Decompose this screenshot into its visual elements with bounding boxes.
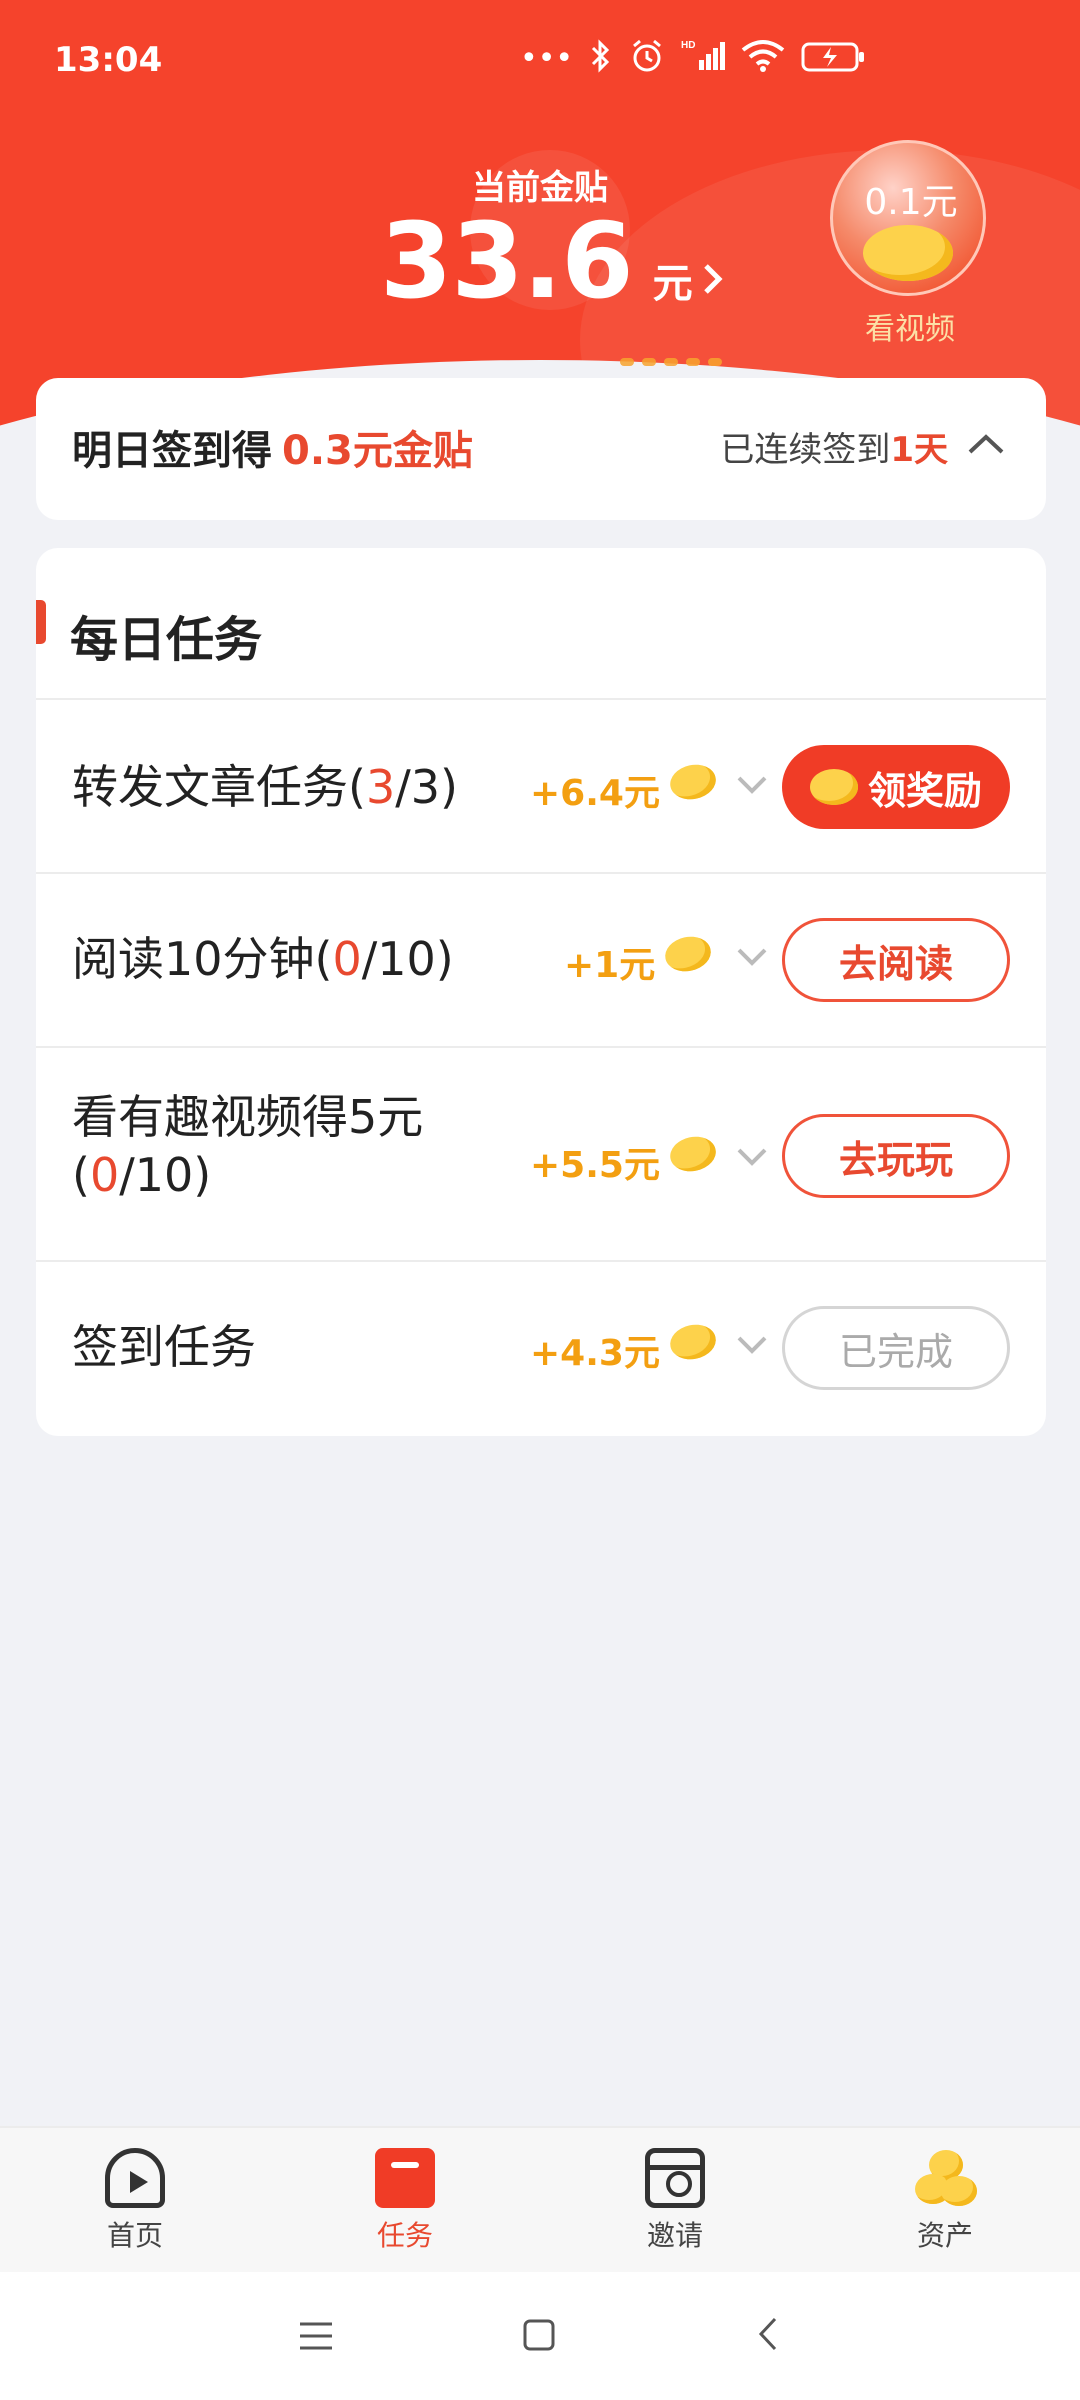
chevron-down-icon[interactable] xyxy=(736,768,768,803)
task-name-text: 转发文章任务( xyxy=(72,760,366,814)
nav-tasks[interactable]: 任务 xyxy=(325,2148,485,2254)
alarm-icon xyxy=(629,38,665,78)
bluetooth-icon xyxy=(589,38,613,78)
task-name: 转发文章任务(3/3) xyxy=(72,758,512,816)
more-dots-icon: ••• xyxy=(520,40,574,76)
chevron-down-icon[interactable] xyxy=(736,940,768,975)
chevron-down-icon[interactable] xyxy=(736,1328,768,1363)
gold-coin-icon xyxy=(666,760,719,804)
gold-coin-icon xyxy=(662,932,715,976)
nav-label: 资产 xyxy=(916,2219,973,2252)
video-reward-label[interactable]: 看视频 xyxy=(830,304,990,348)
task-name-text: 签到任务 xyxy=(72,1320,256,1374)
nav-label: 邀请 xyxy=(646,2219,703,2252)
chevron-down-icon[interactable] xyxy=(736,1140,768,1175)
task-progress-current: 0 xyxy=(332,932,362,986)
task-row: 看有趣视频得5元(0/10) +5.5元 去玩玩 xyxy=(36,1048,1046,1262)
bottom-nav: 首页 任务 邀请 资产 xyxy=(0,2126,1080,2272)
nav-invite[interactable]: 邀请 xyxy=(595,2148,755,2254)
task-progress-current: 3 xyxy=(365,760,396,814)
task-progress-total: /10) xyxy=(119,1148,212,1202)
signin-card[interactable]: 明日签到得 0.3元金贴 已连续签到 1天 xyxy=(36,378,1046,520)
task-reward-amount: +1元 xyxy=(564,945,656,986)
system-nav-bar xyxy=(0,2272,1080,2400)
balance-value: 33.6 xyxy=(380,200,634,322)
gold-coins-icon xyxy=(809,769,858,805)
task-reward: +6.4元 xyxy=(530,760,719,816)
task-reward: +5.5元 xyxy=(530,1132,719,1188)
status-bar: 13:04 ••• HD xyxy=(0,0,1080,128)
task-name: 签到任务 xyxy=(72,1318,512,1376)
task-progress-current: 0 xyxy=(89,1148,120,1202)
signin-tomorrow: 明日签到得 0.3元金贴 xyxy=(72,418,473,476)
battery-charging-icon xyxy=(801,38,867,78)
claim-reward-button[interactable]: 领奖励 xyxy=(782,745,1010,829)
completed-button[interactable]: 已完成 xyxy=(782,1306,1010,1390)
nav-home[interactable]: 首页 xyxy=(55,2148,215,2254)
streak-prefix: 已连续签到 xyxy=(720,430,891,470)
gold-coin-icon xyxy=(863,225,953,281)
task-reward-amount: +5.5元 xyxy=(530,1145,660,1186)
balance-link[interactable]: 33.6 元 xyxy=(380,200,725,322)
button-label: 去玩玩 xyxy=(838,1137,953,1182)
status-icons: ••• HD xyxy=(520,38,867,78)
task-name: 阅读10分钟(0/10) xyxy=(72,930,512,988)
video-reward-bubble[interactable]: 0.1元 xyxy=(830,140,986,296)
chevron-up-icon[interactable] xyxy=(966,429,1006,464)
gold-coin-icon xyxy=(666,1320,719,1364)
menu-icon[interactable] xyxy=(298,2316,334,2362)
chevron-right-icon xyxy=(701,257,725,308)
video-reward-amount: 0.1元 xyxy=(864,182,958,223)
task-row: 阅读10分钟(0/10) +1元 去阅读 xyxy=(36,874,1046,1048)
signin-streak[interactable]: 已连续签到 1天 xyxy=(720,422,1006,471)
signin-prefix: 明日签到得 xyxy=(72,428,272,474)
balance-unit: 元 xyxy=(652,261,693,307)
nav-label: 任务 xyxy=(376,2219,433,2252)
button-label: 领奖励 xyxy=(867,768,982,813)
home-play-icon xyxy=(105,2148,165,2208)
task-row: 签到任务 +4.3元 已完成 xyxy=(36,1262,1046,1436)
back-icon[interactable] xyxy=(756,2316,780,2362)
task-progress-total: /10) xyxy=(361,932,454,986)
tasks-title: 每日任务 xyxy=(70,612,263,668)
button-label: 已完成 xyxy=(838,1329,953,1374)
task-reward: +4.3元 xyxy=(530,1320,719,1376)
carousel-dots xyxy=(620,358,722,366)
invite-icon xyxy=(645,2148,705,2208)
hd-signal-icon: HD xyxy=(681,38,726,78)
go-read-button[interactable]: 去阅读 xyxy=(782,918,1010,1002)
task-reward-amount: +6.4元 xyxy=(530,773,660,814)
signin-amount: 0.3元金贴 xyxy=(282,428,473,474)
streak-days: 1天 xyxy=(890,430,948,470)
task-progress-total: /3) xyxy=(395,760,458,814)
task-row: 转发文章任务(3/3) +6.4元 领奖励 xyxy=(36,700,1046,874)
tasks-header: 每日任务 xyxy=(36,548,1046,700)
daily-tasks-card: 每日任务 转发文章任务(3/3) +6.4元 领奖励 阅读10分钟(0/10) … xyxy=(36,548,1046,1436)
task-name: 看有趣视频得5元(0/10) xyxy=(72,1088,512,1204)
svg-text:HD: HD xyxy=(681,40,695,51)
button-label: 去阅读 xyxy=(838,941,953,986)
home-square-icon[interactable] xyxy=(522,2316,556,2362)
gold-coin-icon xyxy=(666,1132,719,1176)
title-accent-bar xyxy=(36,600,46,644)
gold-coins-icon xyxy=(915,2148,977,2208)
task-reward: +1元 xyxy=(564,932,715,988)
task-bookmark-icon xyxy=(375,2148,435,2208)
task-name-text: 阅读10分钟( xyxy=(72,932,333,986)
wifi-icon xyxy=(741,38,785,78)
nav-assets[interactable]: 资产 xyxy=(865,2148,1025,2254)
go-play-button[interactable]: 去玩玩 xyxy=(782,1114,1010,1198)
task-reward-amount: +4.3元 xyxy=(530,1333,660,1374)
nav-label: 首页 xyxy=(106,2219,163,2252)
status-time: 13:04 xyxy=(54,40,163,80)
